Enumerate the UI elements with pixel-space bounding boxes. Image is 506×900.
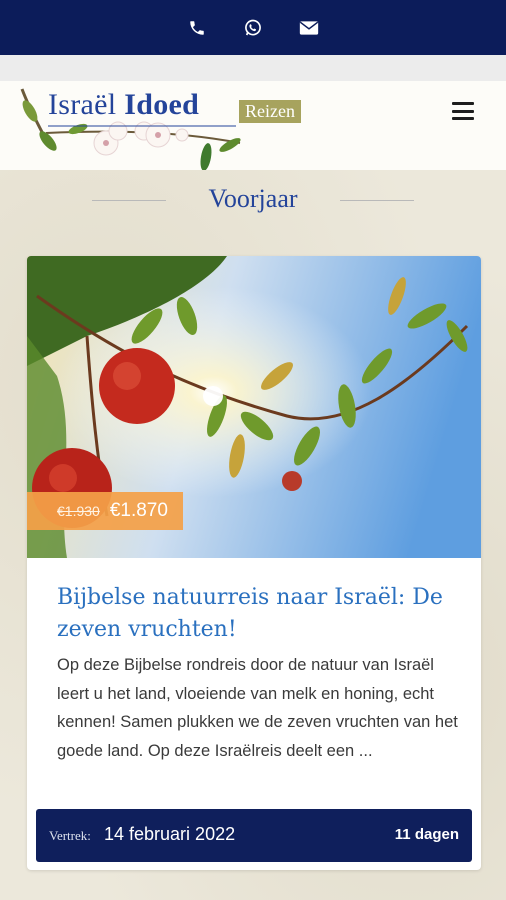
tour-title-link[interactable]: Bijbelse natuurreis naar Israël: De zeve… — [57, 582, 457, 646]
site-logo[interactable]: Israël Idoed Reizen — [18, 85, 318, 175]
departure-label: Vertrek: — [49, 828, 91, 843]
menu-line — [452, 102, 474, 105]
departure-bar[interactable]: Vertrek: 14 februari 2022 11 dagen — [36, 809, 472, 862]
main-content: Voorjaar €1.930 €1.870 Bijbelse natuurre… — [0, 170, 506, 900]
tour-description: Op deze Bijbelse rondreis door de natuur… — [57, 656, 458, 760]
site-header: Israël Idoed Reizen — [0, 81, 506, 171]
mail-icon[interactable] — [298, 17, 320, 39]
phone-icon[interactable] — [186, 17, 208, 39]
whatsapp-icon[interactable] — [242, 17, 264, 39]
price-old: €1.930 — [57, 503, 100, 519]
tour-duration: 11 dagen — [394, 826, 459, 843]
logo-word-idoed: Idoed — [124, 88, 200, 121]
section-title: Voorjaar — [208, 184, 298, 213]
hamburger-menu-icon[interactable] — [452, 102, 474, 120]
price-new: €1.870 — [109, 500, 168, 521]
title-rule-right — [340, 200, 414, 201]
departure-date: 14 februari 2022 — [104, 824, 236, 844]
menu-line — [452, 117, 474, 120]
logo-badge: Reizen — [239, 100, 301, 123]
price-tag: €1.930 €1.870 — [27, 492, 183, 530]
header-spacer — [0, 55, 506, 81]
menu-line — [452, 109, 474, 113]
logo-word-israel: Israël — [48, 88, 117, 121]
logo-wordmark: Israël Idoed — [48, 88, 199, 122]
tour-card[interactable]: €1.930 €1.870 Bijbelse natuurreis naar I… — [27, 256, 481, 870]
contact-bar — [0, 0, 506, 55]
